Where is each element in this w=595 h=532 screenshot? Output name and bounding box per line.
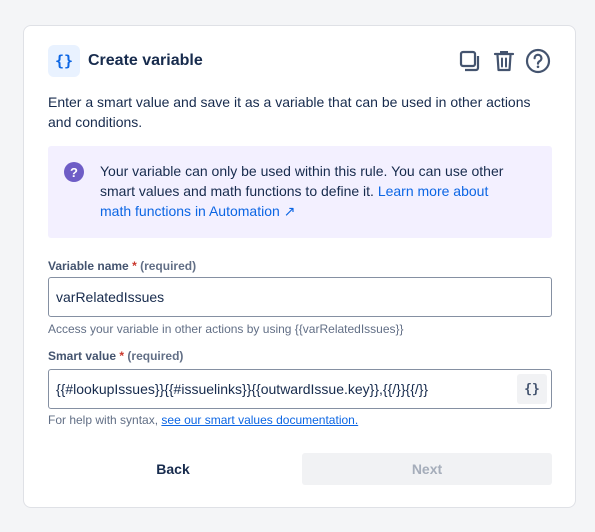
smart-value-helper-text: For help with syntax, <box>48 413 162 427</box>
help-button[interactable] <box>525 47 551 75</box>
smart-value-label: Smart value * (required) <box>48 349 183 363</box>
duplicate-button[interactable] <box>457 47 483 75</box>
info-text: Your variable can only be used within th… <box>100 161 520 238</box>
header-actions <box>457 47 551 75</box>
insert-smart-value-button[interactable]: {} <box>517 374 547 404</box>
variable-name-label-text: Variable name <box>48 259 129 273</box>
smart-values-docs-link[interactable]: see our smart values documentation. <box>161 413 358 427</box>
duplicate-icon <box>459 50 480 72</box>
question-icon: ? <box>64 162 84 182</box>
smart-value-label-text: Smart value <box>48 349 117 363</box>
required-text: (required) <box>140 259 197 273</box>
panel-description: Enter a smart value and save it as a var… <box>48 94 531 130</box>
back-button[interactable]: Back <box>48 453 298 485</box>
next-button[interactable]: Next <box>302 453 552 485</box>
smart-value-field: {} <box>48 369 552 409</box>
create-variable-panel: {} Create variable Enter a smart value a… <box>23 25 576 508</box>
curly-braces-icon: {} <box>524 381 540 397</box>
variable-name-label: Variable name * (required) <box>48 259 196 273</box>
info-section-message: ? Your variable can only be used within … <box>48 146 552 238</box>
smart-value-helper: For help with syntax, see our smart valu… <box>48 413 358 427</box>
trash-icon <box>493 51 515 72</box>
required-star: * <box>132 259 137 273</box>
panel-title: Create variable <box>88 52 203 69</box>
panel-header: {} Create variable <box>48 44 551 78</box>
required-text: (required) <box>127 349 184 363</box>
delete-button[interactable] <box>491 47 517 75</box>
required-star: * <box>119 349 125 363</box>
smart-value-input[interactable] <box>49 370 517 408</box>
variable-icon: {} <box>48 45 80 77</box>
help-icon <box>525 48 551 74</box>
variable-name-input[interactable] <box>48 277 552 317</box>
variable-name-helper: Access your variable in other actions by… <box>48 322 404 336</box>
